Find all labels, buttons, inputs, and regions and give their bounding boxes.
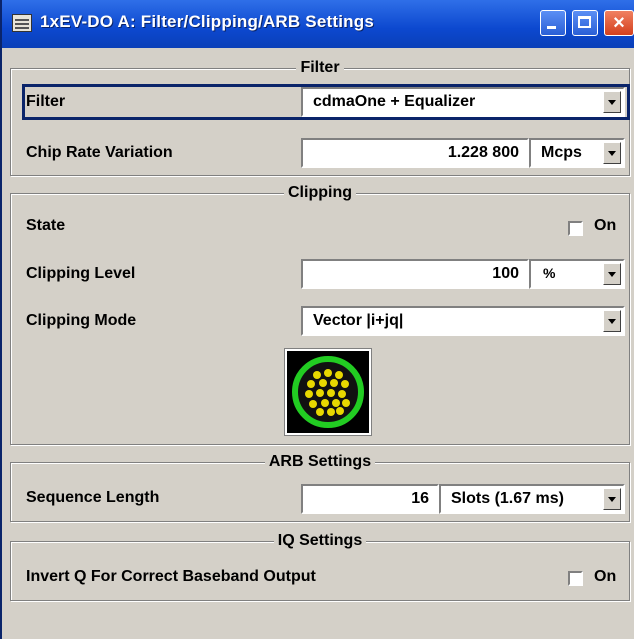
sequence-length-input[interactable]: 16 <box>301 484 439 514</box>
chip-rate-input[interactable]: 1.228 800 <box>301 138 529 168</box>
chip-rate-value: 1.228 800 <box>447 144 519 161</box>
dialog-window: 1xEV-DO A: Filter/Clipping/ARB Settings … <box>0 0 634 639</box>
title-bar[interactable]: 1xEV-DO A: Filter/Clipping/ARB Settings … <box>2 0 634 48</box>
filter-dropdown[interactable]: cdmaOne + Equalizer <box>301 87 625 117</box>
sequence-length-unit: Slots (1.67 ms) <box>451 490 564 507</box>
chevron-down-icon[interactable] <box>603 488 621 510</box>
invert-q-checkbox[interactable] <box>568 571 583 586</box>
minimize-button[interactable] <box>540 10 566 36</box>
clipping-mode-dropdown[interactable]: Vector |i+jq| <box>301 306 625 336</box>
close-icon: × <box>613 12 625 34</box>
arb-group-legend: ARB Settings <box>264 453 376 470</box>
clipping-mode-label: Clipping Mode <box>26 312 137 329</box>
window-title: 1xEV-DO A: Filter/Clipping/ARB Settings <box>40 12 374 31</box>
clipping-level-label: Clipping Level <box>26 265 136 282</box>
chip-rate-label: Chip Rate Variation <box>26 144 173 161</box>
clipping-level-input[interactable]: 100 <box>301 259 529 289</box>
invert-q-label: Invert Q For Correct Baseband Output <box>26 568 316 585</box>
sequence-length-value: 16 <box>411 490 429 507</box>
chevron-down-icon[interactable] <box>603 263 621 285</box>
clipping-level-unit: % <box>543 265 556 281</box>
chevron-down-icon[interactable] <box>603 310 621 332</box>
close-button[interactable]: × <box>604 10 634 36</box>
sequence-length-label: Sequence Length <box>26 489 160 506</box>
invert-q-checkbox-label: On <box>594 568 617 585</box>
state-checkbox[interactable] <box>568 221 583 236</box>
chevron-down-icon[interactable] <box>603 142 621 164</box>
app-icon[interactable] <box>12 14 32 32</box>
clipping-level-value: 100 <box>492 265 519 282</box>
chip-rate-unit: Mcps <box>541 144 582 161</box>
maximize-button[interactable] <box>572 10 598 36</box>
chip-rate-unit-dropdown[interactable]: Mcps <box>529 138 625 168</box>
clipping-mode-value: Vector |i+jq| <box>313 312 404 329</box>
constellation-icon[interactable] <box>285 349 371 435</box>
chevron-down-icon[interactable] <box>603 91 621 113</box>
filter-group-legend: Filter <box>296 59 344 76</box>
state-label: State <box>26 217 66 234</box>
filter-label: Filter <box>26 93 66 110</box>
clipping-level-unit-dropdown[interactable]: % <box>529 259 625 289</box>
sequence-length-unit-dropdown[interactable]: Slots (1.67 ms) <box>439 484 625 514</box>
iq-group-legend: IQ Settings <box>273 532 367 549</box>
state-checkbox-label: On <box>594 217 617 234</box>
filter-value: cdmaOne + Equalizer <box>313 93 476 110</box>
clipping-group-legend: Clipping <box>284 184 356 201</box>
